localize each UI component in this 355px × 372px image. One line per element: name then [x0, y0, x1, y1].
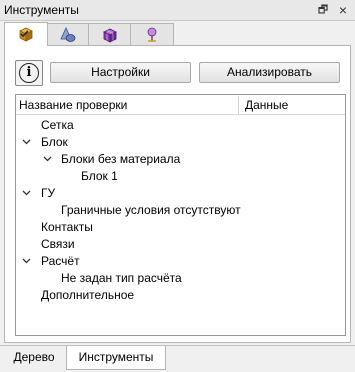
analyze-button[interactable]: Анализировать	[199, 62, 340, 83]
tab-check-tools[interactable]	[4, 22, 48, 46]
chevron-down-icon[interactable]	[22, 253, 32, 270]
tree-item-analysis[interactable]: Расчёт	[41, 253, 80, 270]
info-icon: i	[19, 63, 39, 83]
info-button[interactable]: i	[15, 60, 43, 86]
probe-pin-icon	[147, 27, 157, 42]
chevron-down-icon[interactable]	[22, 134, 32, 151]
tree-item-contacts[interactable]: Контакты	[41, 219, 93, 236]
panel-title: Инструменты	[4, 3, 79, 17]
float-panel-button[interactable]: 🗗	[315, 2, 331, 18]
tools-panel: i Настройки Анализировать Название прове…	[4, 45, 351, 343]
tree-item-constraints[interactable]: Связи	[41, 236, 75, 253]
tab-shape-tools[interactable]	[46, 23, 90, 45]
mesh-cube-icon	[103, 28, 117, 43]
check-cube-icon	[19, 27, 33, 42]
chevron-down-icon[interactable]	[22, 185, 32, 202]
tree-item-additional[interactable]: Дополнительное	[41, 287, 134, 304]
tree-header: Название проверки Данные	[16, 95, 345, 115]
shapes-icon	[60, 27, 76, 42]
tree-item-block-1[interactable]: Блок 1	[81, 168, 118, 185]
column-divider[interactable]	[238, 96, 239, 114]
column-header-name[interactable]: Название проверки	[19, 98, 127, 112]
tab-probe-tools[interactable]	[130, 23, 174, 45]
tab-tree[interactable]: Дерево	[2, 346, 66, 370]
tab-tools[interactable]: Инструменты	[66, 346, 166, 370]
tree-item-no-analysis-type[interactable]: Не задан тип расчёта	[61, 270, 182, 287]
close-panel-button[interactable]: ×	[335, 2, 351, 18]
tree-item-mesh[interactable]: Сетка	[41, 117, 74, 134]
column-header-data[interactable]: Данные	[245, 98, 288, 112]
bottom-tabbar: Дерево Инструменты	[0, 345, 355, 372]
tree-item-blocks-without-material[interactable]: Блоки без материала	[61, 151, 180, 168]
tree-item-block[interactable]: Блок	[41, 134, 68, 151]
panel-titlebar: Инструменты 🗗 ×	[0, 0, 355, 21]
tree-item-boundary-conditions[interactable]: ГУ	[41, 185, 55, 202]
chevron-down-icon[interactable]	[43, 151, 53, 168]
tree-item-no-boundary-conditions[interactable]: Граничные условия отсутствуют	[61, 202, 241, 219]
settings-button[interactable]: Настройки	[50, 62, 191, 83]
checks-tree[interactable]: Название проверки Данные Сетка Блок Блок…	[15, 94, 346, 336]
tab-mesh-tools[interactable]	[88, 23, 132, 45]
tool-tabstrip	[0, 21, 355, 46]
